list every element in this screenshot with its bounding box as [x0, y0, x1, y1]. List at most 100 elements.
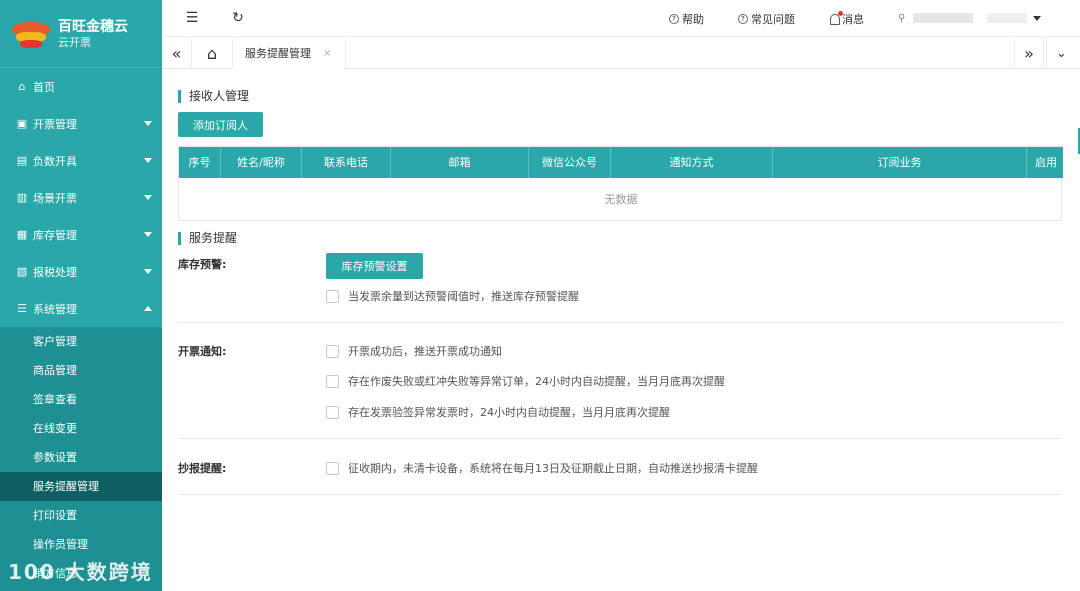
- divider: [178, 494, 1062, 495]
- sidebar-item-label: 首页: [33, 80, 55, 94]
- sidebar-subitem-signature[interactable]: 签章查看: [0, 385, 162, 414]
- tab-service-reminder[interactable]: 服务提醒管理 ×: [232, 37, 346, 70]
- column-header[interactable]: 邮箱: [391, 147, 529, 178]
- issuance-option-void-failed[interactable]: 存在作废失败或红冲失败等异常订单，24小时内自动提醒，当月月底再次提醒: [326, 373, 725, 389]
- messages-label: 消息: [842, 13, 864, 26]
- table-empty-state: 无数据: [604, 193, 638, 206]
- receiver-table: 序号 姓名/昵称 联系电话 邮箱 微信公众号 通知方式 订阅业务 启用 无数据: [178, 146, 1063, 221]
- sidebar: 百旺金穗云 云开票 ⌂ 首页 ▣ 开票管理 ▤ 负数开具 ▥ 场景开票 ▦ 库存…: [0, 0, 162, 591]
- scene-icon: ▥: [16, 191, 28, 204]
- faq-link[interactable]: ? 常见问题: [738, 11, 795, 27]
- chevron-down-icon: [144, 158, 152, 163]
- issuance-option-signature-abnormal[interactable]: 存在发票验签异常发票时，24小时内自动提醒，当月月底再次提醒: [326, 404, 670, 420]
- home-tab-icon[interactable]: ⌂: [197, 37, 227, 69]
- chevron-down-icon: [144, 195, 152, 200]
- service-section-title: 服务提醒: [178, 232, 237, 245]
- settings-sliders-icon: ☰: [17, 302, 27, 315]
- report-option-clear-card[interactable]: 征收期内，未清卡设备，系统将在每月13日及征期截止日期，自动推送抄报清卡提醒: [326, 460, 758, 476]
- logo-icon: [10, 18, 52, 50]
- caret-down-icon: [1033, 15, 1042, 21]
- issuance-notice-label: 开票通知:: [178, 345, 227, 358]
- column-header[interactable]: 联系电话: [302, 147, 391, 178]
- sidebar-subitem-service-reminder[interactable]: 服务提醒管理: [0, 472, 162, 501]
- inventory-icon: ▦: [16, 228, 28, 241]
- sidebar-subitem-products[interactable]: 商品管理: [0, 356, 162, 385]
- checkbox[interactable]: [326, 405, 339, 419]
- sidebar-item-system[interactable]: ☰ 系统管理: [0, 290, 162, 327]
- divider: [178, 322, 1062, 323]
- system-submenu: 客户管理 商品管理 签章查看 在线变更 参数设置 服务提醒管理 打印设置 操作员…: [0, 327, 162, 591]
- option-label: 当发票余量到达预警阈值时，推送库存预警提醒: [348, 290, 579, 303]
- tabs-scroll-right-icon[interactable]: »: [1014, 37, 1044, 69]
- sidebar-item-label: 报税处理: [33, 265, 77, 279]
- receiver-section-title: 接收人管理: [178, 90, 249, 103]
- sidebar-item-label: 场景开票: [33, 191, 77, 205]
- checkbox[interactable]: [326, 374, 339, 388]
- faq-label: 常见问题: [751, 13, 795, 26]
- chevron-down-icon: [144, 269, 152, 274]
- sidebar-item-tax[interactable]: ▧ 报税处理: [0, 253, 162, 290]
- sidebar-item-invoice[interactable]: ▣ 开票管理: [0, 105, 162, 142]
- watermark: 100 大数跨境: [8, 560, 153, 584]
- brand: 百旺金穗云 云开票: [0, 0, 162, 68]
- sidebar-item-inventory[interactable]: ▦ 库存管理: [0, 216, 162, 253]
- issuance-option-success[interactable]: 开票成功后，推送开票成功通知: [326, 343, 502, 359]
- divider: [178, 438, 1062, 439]
- invoice-icon: ▣: [16, 117, 28, 130]
- sidebar-item-label: 开票管理: [33, 117, 77, 131]
- user-org-redacted: [987, 13, 1028, 23]
- add-subscriber-button[interactable]: 添加订阅人: [178, 112, 263, 137]
- sidebar-subitem-online-change[interactable]: 在线变更: [0, 414, 162, 443]
- option-label: 开票成功后，推送开票成功通知: [348, 345, 502, 358]
- sidebar-item-scene[interactable]: ▥ 场景开票: [0, 179, 162, 216]
- refresh-icon[interactable]: ↻: [230, 10, 246, 26]
- sidebar-subitem-customers[interactable]: 客户管理: [0, 327, 162, 356]
- bell-icon: [830, 10, 843, 25]
- messages-link[interactable]: 消息: [830, 10, 864, 27]
- column-header[interactable]: 订阅业务: [773, 147, 1027, 178]
- inventory-warning-settings-button[interactable]: 库存预警设置: [326, 253, 423, 279]
- sidebar-subitem-params[interactable]: 参数设置: [0, 443, 162, 472]
- option-label: 存在发票验签异常发票时，24小时内自动提醒，当月月底再次提醒: [348, 406, 670, 419]
- sidebar-item-label: 库存管理: [33, 228, 77, 242]
- sidebar-item-negative[interactable]: ▤ 负数开具: [0, 142, 162, 179]
- home-icon: ⌂: [18, 80, 26, 93]
- help-label: 帮助: [682, 13, 704, 26]
- user-name-redacted: [913, 13, 974, 23]
- tabs-scroll-left-icon[interactable]: «: [162, 37, 192, 69]
- column-header[interactable]: 序号: [179, 147, 221, 178]
- column-header[interactable]: 姓名/昵称: [221, 147, 302, 178]
- chevron-down-icon: [144, 232, 152, 237]
- report-reminder-label: 抄报提醒:: [178, 462, 227, 475]
- column-header[interactable]: 启用: [1027, 147, 1063, 178]
- main-content: 接收人管理 添加订阅人 序号 姓名/昵称 联系电话 邮箱 微信公众号 通知方式 …: [162, 70, 1080, 591]
- tax-icon: ▧: [16, 265, 28, 278]
- column-header[interactable]: 通知方式: [611, 147, 773, 178]
- user-menu[interactable]: ⚲: [898, 11, 1058, 25]
- option-label: 征收期内，未清卡设备，系统将在每月13日及征期截止日期，自动推送抄报清卡提醒: [348, 462, 758, 475]
- tabs-dropdown-icon[interactable]: ⌄: [1046, 37, 1076, 69]
- checkbox[interactable]: [326, 461, 339, 475]
- topbar: ☰ ↻ ? 帮助 ? 常见问题 消息 ⚲: [162, 0, 1080, 36]
- column-header[interactable]: 微信公众号: [529, 147, 611, 178]
- sidebar-item-home[interactable]: ⌂ 首页: [0, 68, 162, 105]
- close-icon[interactable]: ×: [323, 48, 331, 59]
- user-icon: ⚲: [898, 12, 906, 24]
- brand-title: 百旺金穗云: [58, 18, 128, 35]
- question-icon: ?: [669, 14, 679, 24]
- table-header: 序号 姓名/昵称 联系电话 邮箱 微信公众号 通知方式 订阅业务 启用: [179, 147, 1063, 178]
- checkbox[interactable]: [326, 289, 339, 303]
- help-link[interactable]: ? 帮助: [669, 11, 704, 27]
- app-root: 百旺金穗云 云开票 ⌂ 首页 ▣ 开票管理 ▤ 负数开具 ▥ 场景开票 ▦ 库存…: [0, 0, 1080, 591]
- inventory-warning-label: 库存预警:: [178, 258, 227, 271]
- checkbox[interactable]: [326, 344, 339, 358]
- sidebar-item-label: 负数开具: [33, 154, 77, 168]
- collapse-menu-icon[interactable]: ☰: [184, 10, 200, 26]
- sidebar-subitem-operators[interactable]: 操作员管理: [0, 530, 162, 559]
- notification-dot: [838, 10, 843, 16]
- option-label: 存在作废失败或红冲失败等异常订单，24小时内自动提醒，当月月底再次提醒: [348, 375, 725, 388]
- inventory-warning-option[interactable]: 当发票余量到达预警阈值时，推送库存预警提醒: [326, 288, 579, 304]
- chevron-up-icon: [144, 306, 152, 311]
- sidebar-subitem-print[interactable]: 打印设置: [0, 501, 162, 530]
- negative-invoice-icon: ▤: [16, 154, 28, 167]
